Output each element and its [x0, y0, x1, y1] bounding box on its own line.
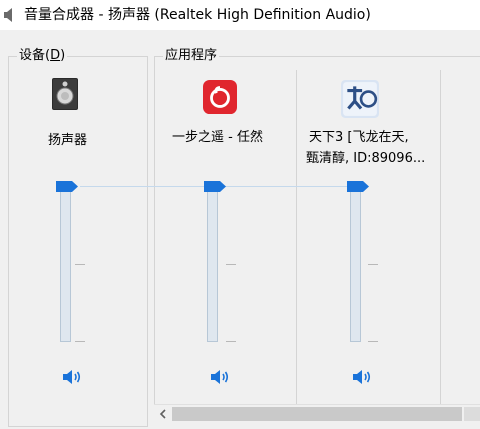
- horizontal-scrollbar[interactable]: [154, 404, 480, 423]
- slider-tick: [368, 341, 378, 342]
- app2-mute-button[interactable]: [352, 368, 374, 386]
- app-name-game-line1: 天下3 [飞龙在天,: [309, 130, 409, 145]
- app-name-game-line2: 甄清醇, ID:89096...: [306, 151, 426, 166]
- app-name-music: 一步之遥 - 任然: [172, 130, 263, 145]
- app1-volume-thumb[interactable]: [204, 181, 226, 192]
- slider-tick: [226, 264, 236, 265]
- speaker-icon: [4, 8, 12, 22]
- device-volume-track[interactable]: [60, 186, 71, 342]
- title-bar: 音量合成器 - 扬声器 (Realtek High Definition Aud…: [0, 0, 480, 30]
- app1-volume-track[interactable]: [207, 186, 218, 342]
- slider-tick: [75, 341, 85, 342]
- device-name: 扬声器: [48, 133, 88, 148]
- scroll-left-arrow-icon[interactable]: [154, 405, 172, 423]
- device-volume-thumb[interactable]: [56, 181, 78, 192]
- device-group-label[interactable]: 设备(D): [17, 47, 68, 65]
- netease-music-icon: [203, 80, 237, 114]
- slider-tick: [368, 264, 378, 265]
- app1-mute-button[interactable]: [210, 368, 232, 386]
- app-column-divider: [440, 70, 441, 404]
- device-mute-button[interactable]: [62, 368, 84, 386]
- slider-tick: [75, 264, 85, 265]
- app-column-divider: [296, 70, 297, 404]
- app2-volume-thumb[interactable]: [347, 181, 369, 192]
- apps-group-label: 应用程序: [163, 47, 220, 65]
- tianxia3-game-icon: [341, 80, 379, 118]
- scrollbar-thumb[interactable]: [172, 407, 462, 421]
- slider-tick: [226, 341, 236, 342]
- scrollbar-track-end[interactable]: [464, 407, 480, 421]
- app2-volume-track[interactable]: [350, 186, 361, 342]
- window-title: 音量合成器 - 扬声器 (Realtek High Definition Aud…: [24, 7, 371, 23]
- speaker-device-icon: [52, 78, 78, 110]
